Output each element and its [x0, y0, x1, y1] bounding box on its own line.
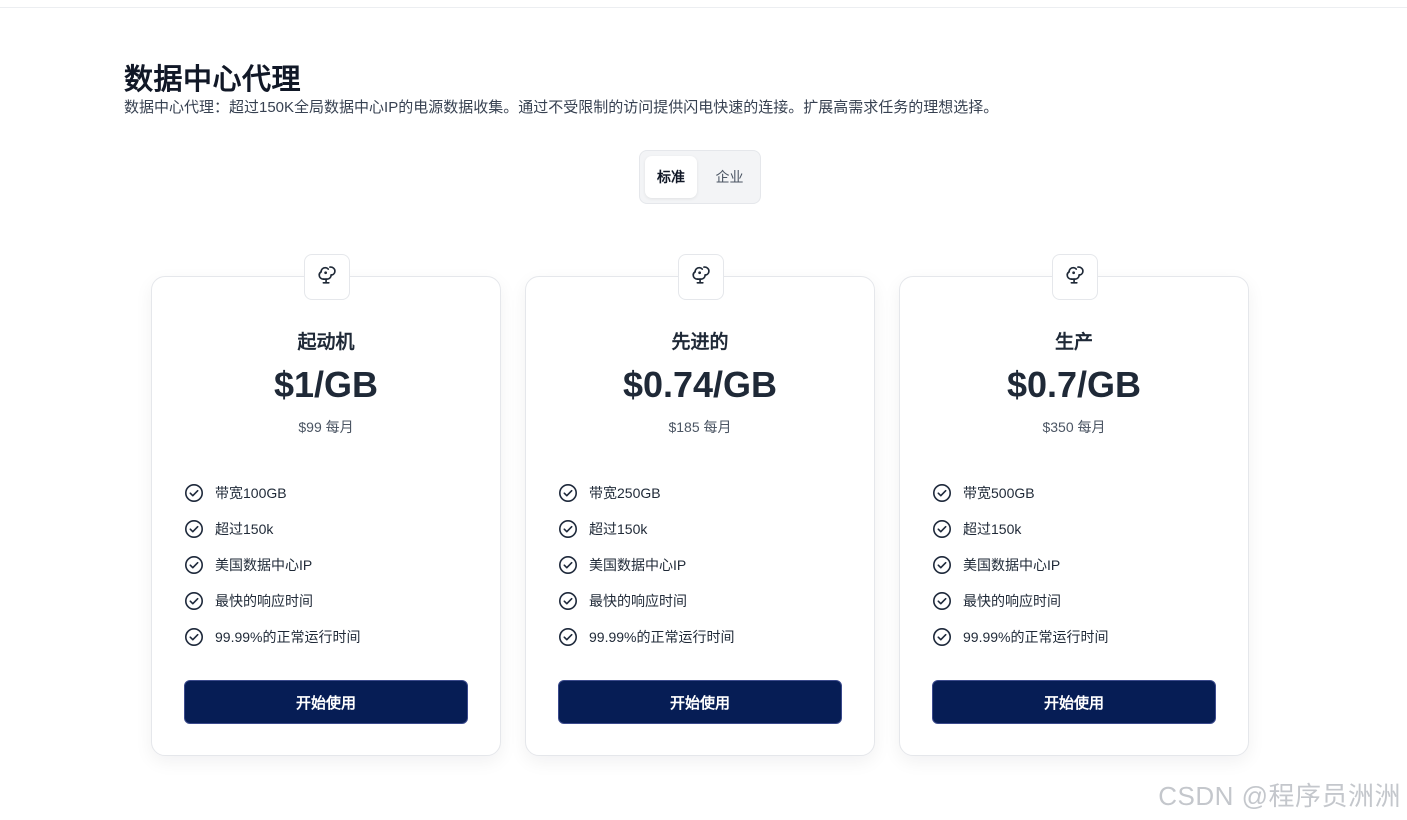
- tab-standard[interactable]: 标准: [645, 156, 697, 198]
- check-circle-icon: [558, 627, 578, 647]
- plan-badge: [678, 254, 724, 300]
- get-started-button[interactable]: 开始使用: [932, 680, 1216, 724]
- feature-item: 99.99%的正常运行时间: [932, 619, 1108, 655]
- tab-enterprise[interactable]: 企业: [702, 156, 757, 198]
- feature-item: 带宽100GB: [184, 475, 360, 511]
- feature-item: 美国数据中心IP: [558, 547, 734, 583]
- get-started-button[interactable]: 开始使用: [558, 680, 842, 724]
- check-circle-icon: [184, 627, 204, 647]
- feature-label: 带宽100GB: [215, 485, 287, 501]
- feature-label: 美国数据中心IP: [215, 557, 313, 573]
- check-circle-icon: [558, 555, 578, 575]
- feature-item: 超过150k: [558, 511, 734, 547]
- feature-label: 最快的响应时间: [215, 593, 313, 609]
- feature-label: 99.99%的正常运行时间: [963, 629, 1109, 645]
- feature-label: 99.99%的正常运行时间: [589, 629, 735, 645]
- feature-label: 超过150k: [215, 521, 274, 537]
- plan-name: 生产: [1054, 332, 1093, 353]
- plan-card-advanced: 先进的 $0.74/GB $185 每月 带宽250GB 超过150k 美国数据…: [525, 254, 875, 756]
- feature-label: 99.99%的正常运行时间: [215, 629, 361, 645]
- check-circle-icon: [932, 591, 952, 611]
- plan-price: $0.74/GB: [622, 364, 778, 405]
- feature-label: 超过150k: [963, 521, 1022, 537]
- feature-item: 最快的响应时间: [558, 583, 734, 619]
- feature-item: 超过150k: [932, 511, 1108, 547]
- feature-label: 超过150k: [589, 521, 648, 537]
- page-subtitle: 数据中心代理：超过150K全局数据中心IP的电源数据收集。通过不受限制的访问提供…: [124, 99, 999, 116]
- feature-item: 最快的响应时间: [184, 583, 360, 619]
- feature-item: 99.99%的正常运行时间: [558, 619, 734, 655]
- squirrel-icon: [690, 264, 712, 291]
- billing-type-toggle: 标准 企业: [639, 150, 761, 204]
- feature-item: 带宽250GB: [558, 475, 734, 511]
- plan-price: $0.7/GB: [1006, 364, 1142, 405]
- feature-item: 带宽500GB: [932, 475, 1108, 511]
- feature-list: 带宽500GB 超过150k 美国数据中心IP 最快的响应时间 99.99%的正…: [932, 475, 1108, 655]
- plan-monthly-price: $185 每月: [668, 419, 732, 435]
- watermark: CSDN @程序员洲洲: [1158, 781, 1401, 811]
- check-circle-icon: [184, 591, 204, 611]
- check-circle-icon: [184, 483, 204, 503]
- check-circle-icon: [184, 555, 204, 575]
- feature-label: 最快的响应时间: [589, 593, 687, 609]
- feature-label: 带宽250GB: [589, 485, 661, 501]
- feature-item: 美国数据中心IP: [932, 547, 1108, 583]
- plan-card-production: 生产 $0.7/GB $350 每月 带宽500GB 超过150k 美国数据中心…: [899, 254, 1249, 756]
- squirrel-icon: [316, 264, 338, 291]
- feature-label: 美国数据中心IP: [963, 557, 1061, 573]
- check-circle-icon: [558, 483, 578, 503]
- plan-name: 起动机: [297, 332, 355, 353]
- feature-item: 美国数据中心IP: [184, 547, 360, 583]
- check-circle-icon: [932, 519, 952, 539]
- feature-item: 超过150k: [184, 511, 360, 547]
- plan-badge: [1052, 254, 1098, 300]
- feature-label: 带宽500GB: [963, 485, 1035, 501]
- check-circle-icon: [932, 483, 952, 503]
- get-started-button[interactable]: 开始使用: [184, 680, 468, 724]
- plan-monthly-price: $350 每月: [1042, 419, 1106, 435]
- plan-monthly-price: $99 每月: [298, 419, 354, 435]
- check-circle-icon: [558, 519, 578, 539]
- check-circle-icon: [932, 627, 952, 647]
- top-divider: [0, 7, 1407, 8]
- feature-item: 99.99%的正常运行时间: [184, 619, 360, 655]
- feature-list: 带宽250GB 超过150k 美国数据中心IP 最快的响应时间 99.99%的正…: [558, 475, 734, 655]
- check-circle-icon: [558, 591, 578, 611]
- feature-item: 最快的响应时间: [932, 583, 1108, 619]
- squirrel-icon: [1064, 264, 1086, 291]
- feature-label: 最快的响应时间: [963, 593, 1061, 609]
- plan-price: $1/GB: [273, 364, 379, 405]
- plan-card-starter: 起动机 $1/GB $99 每月 带宽100GB 超过150k 美国数据中心IP…: [151, 254, 501, 756]
- feature-list: 带宽100GB 超过150k 美国数据中心IP 最快的响应时间 99.99%的正…: [184, 475, 360, 655]
- page-title: 数据中心代理: [124, 64, 302, 96]
- plan-badge: [304, 254, 350, 300]
- check-circle-icon: [184, 519, 204, 539]
- plan-name: 先进的: [671, 332, 729, 353]
- check-circle-icon: [932, 555, 952, 575]
- feature-label: 美国数据中心IP: [589, 557, 687, 573]
